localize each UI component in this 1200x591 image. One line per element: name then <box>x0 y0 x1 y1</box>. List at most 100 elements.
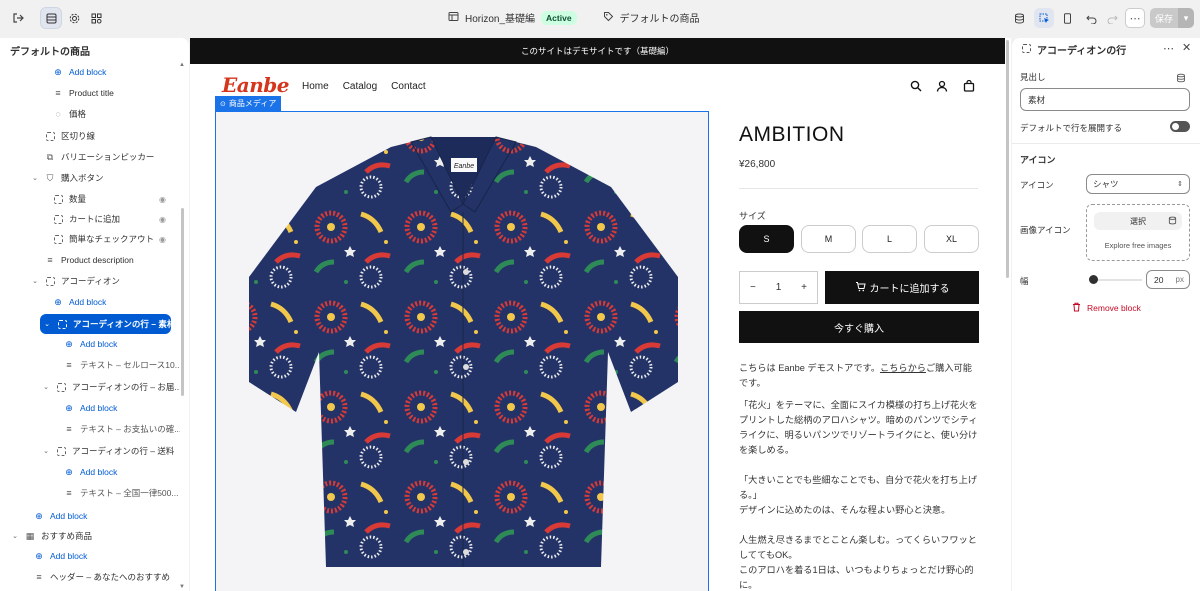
cart-icon: ⛉ <box>46 172 54 183</box>
trash-icon <box>1072 302 1081 314</box>
section-tree-panel: デフォルトの商品 ⊕ Add block ≡ Product title ◌ 価格 区… <box>0 38 189 591</box>
account-icon[interactable] <box>936 80 948 95</box>
width-slider[interactable] <box>1092 279 1142 281</box>
add-block-button[interactable]: ⊕ Add block <box>0 62 180 82</box>
tree-item-accordion-row-shipping[interactable]: ⌄ アコーディオンの行 – 送料 <box>0 441 180 461</box>
product-description: こちらは Eanbe デモストアです。こちらからご購入可能です。 「花火」をテー… <box>739 363 978 590</box>
bag-icon[interactable] <box>963 79 975 95</box>
tree-item-header[interactable]: ≡ ヘッダー – あなたへのおすすめ <box>0 567 180 587</box>
chevron-down-icon[interactable]: ⌄ <box>41 383 51 391</box>
select-image-button[interactable]: 選択 <box>1094 212 1182 230</box>
main-nav: Home Catalog Contact <box>302 81 426 92</box>
nav-catalog[interactable]: Catalog <box>343 81 377 92</box>
scroll-up-icon[interactable]: ▲ <box>179 62 185 68</box>
tree-item-variant-picker[interactable]: ⧉ バリエーションピッカー <box>0 147 180 167</box>
expand-default-label: デフォルトで行を展開する <box>1020 123 1123 133</box>
tree-scroll-thumb[interactable] <box>181 208 184 396</box>
tree-item-add-to-cart[interactable]: カートに追加 ◉ <box>0 209 180 229</box>
remove-block-button[interactable]: Remove block <box>1072 302 1141 314</box>
expand-default-toggle[interactable] <box>1170 121 1190 132</box>
buy-now-button[interactable]: 今すぐ購入 <box>739 311 979 343</box>
eye-icon[interactable]: ◉ <box>159 215 166 224</box>
close-icon[interactable]: ✕ <box>1182 41 1191 54</box>
tree-item-express-checkout[interactable]: 簡単なチェックアウト ◉ <box>0 229 180 249</box>
plus-circle-icon: ⊕ <box>54 296 62 307</box>
minus-icon[interactable]: − <box>750 282 756 293</box>
product-media[interactable]: Eanbe <box>215 111 709 591</box>
store-logo[interactable]: Eanbe <box>222 73 289 97</box>
purchase-link[interactable]: こちらから <box>880 363 926 373</box>
more-icon[interactable]: ⋯ <box>1163 42 1174 55</box>
icon-select[interactable]: シャツ ⇕ <box>1086 174 1190 194</box>
size-option-s[interactable]: S <box>739 225 794 253</box>
media-block-tag[interactable]: ⊙ 商品メディア <box>215 96 282 111</box>
plus-icon[interactable]: + <box>801 282 807 293</box>
image-icon: ⊙ <box>220 100 226 108</box>
template-selector[interactable]: デフォルトの商品 <box>620 10 700 25</box>
quantity-value[interactable]: 1 <box>776 282 782 293</box>
quantity-stepper: − 1 + <box>739 271 818 304</box>
add-block-button[interactable]: ⊕ Add block <box>0 546 180 566</box>
tree-item-buy-buttons[interactable]: ⌄ ⛉ 購入ボタン <box>0 168 180 188</box>
tree-item-accordion[interactable]: ⌄ アコーディオン <box>0 271 180 291</box>
tree-item-product-description[interactable]: ≡ Product description <box>0 250 180 270</box>
add-block-button[interactable]: ⊕ Add block <box>0 506 180 526</box>
more-actions-icon[interactable]: ⋯ <box>1125 8 1145 28</box>
tree-item-text[interactable]: ≡ テキスト – 全国一律500... <box>0 483 180 503</box>
chevron-down-icon[interactable]: ⌄ <box>30 174 40 182</box>
search-icon[interactable] <box>910 80 922 95</box>
select-arrows-icon: ⇕ <box>1177 181 1183 188</box>
variant-icon: ⧉ <box>46 151 54 162</box>
add-to-cart-button[interactable]: カートに追加する <box>825 271 979 304</box>
top-bar: Horizon_基礎編 Active デフォルトの商品 ⋯ 保存 ▾ <box>0 0 1200 36</box>
eye-icon[interactable]: ◉ <box>159 195 166 204</box>
add-block-button[interactable]: ⊕ Add block <box>0 292 180 312</box>
scroll-down-icon[interactable]: ▼ <box>179 584 185 590</box>
nav-home[interactable]: Home <box>302 81 329 92</box>
add-block-button[interactable]: ⊕ Add block <box>0 462 180 482</box>
eye-icon[interactable]: ◉ <box>159 235 166 244</box>
chevron-down-icon[interactable]: ⌄ <box>10 532 20 540</box>
database-icon[interactable] <box>1010 8 1028 28</box>
redo-icon[interactable] <box>1103 8 1121 28</box>
inspector-icon[interactable] <box>1034 8 1054 28</box>
chevron-down-icon[interactable]: ⌄ <box>30 277 40 285</box>
add-block-button[interactable]: ⊕ Add block <box>0 398 180 418</box>
preview-scroll-thumb[interactable] <box>1006 40 1009 278</box>
width-slider-handle[interactable] <box>1089 275 1098 284</box>
width-label: 幅 <box>1020 276 1029 286</box>
apps-icon[interactable] <box>86 8 106 28</box>
dynamic-source-icon[interactable] <box>1176 70 1186 88</box>
tree-item-accordion-row-material[interactable]: ⌄ アコーディオンの行 – 素材 <box>40 314 171 334</box>
chevron-down-icon[interactable]: ⌄ <box>42 320 52 328</box>
theme-settings-icon[interactable] <box>64 8 84 28</box>
save-options-chevron-icon[interactable]: ▾ <box>1178 8 1194 28</box>
size-option-l[interactable]: L <box>862 225 917 253</box>
store-name[interactable]: Horizon_基礎編 <box>465 10 535 25</box>
tree-item-text[interactable]: ≡ テキスト – セルロース10... <box>0 355 180 375</box>
mobile-icon[interactable] <box>1058 8 1076 28</box>
tree-item-price[interactable]: ◌ 価格 <box>0 104 180 124</box>
block-icon <box>44 275 56 287</box>
tree-item-divider[interactable]: 区切り線 <box>0 126 180 146</box>
save-button[interactable]: 保存 <box>1150 8 1178 28</box>
undo-icon[interactable] <box>1082 8 1100 28</box>
width-input[interactable]: 20 px <box>1146 270 1190 289</box>
tree-item-product-title[interactable]: ≡ Product title <box>0 83 180 103</box>
block-icon <box>52 213 64 225</box>
exit-icon[interactable] <box>8 8 28 28</box>
size-option-xl[interactable]: XL <box>924 225 979 253</box>
divider <box>739 188 978 189</box>
tree-item-recommended-products[interactable]: ⌄ ▦ おすすめ商品 <box>0 526 180 546</box>
tree-item-quantity[interactable]: 数量 ◉ <box>0 189 180 209</box>
size-label: サイズ <box>739 211 766 221</box>
explore-free-images-link[interactable]: Explore free images <box>1086 241 1190 250</box>
chevron-down-icon[interactable]: ⌄ <box>41 447 51 455</box>
tree-item-accordion-row-delivery[interactable]: ⌄ アコーディオンの行 – お届... <box>0 377 180 397</box>
heading-input[interactable]: 素材 <box>1020 88 1190 111</box>
sections-icon[interactable] <box>40 7 62 29</box>
nav-contact[interactable]: Contact <box>391 81 425 92</box>
size-option-m[interactable]: M <box>801 225 856 253</box>
tree-item-text[interactable]: ≡ テキスト – お支払いの確... <box>0 419 180 439</box>
add-block-button[interactable]: ⊕ Add block <box>0 334 180 354</box>
